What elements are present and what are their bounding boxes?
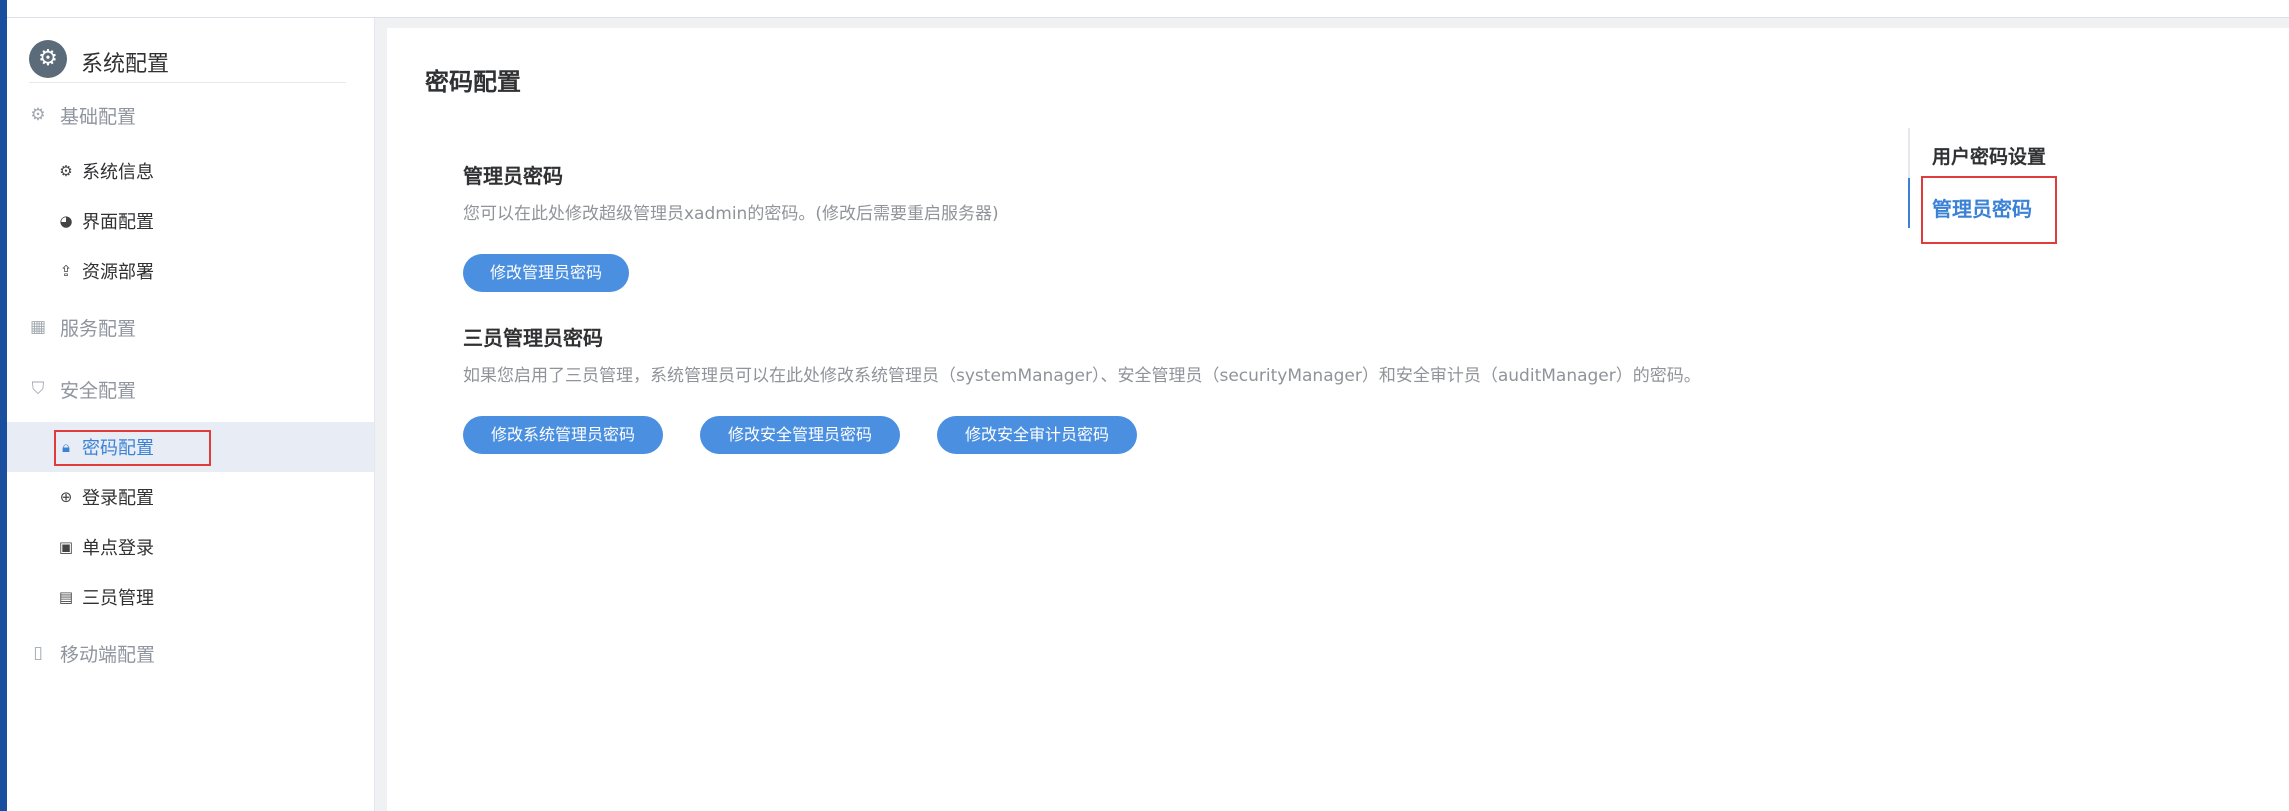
change-audit-manager-password-button[interactable]: 修改安全审计员密码 (937, 416, 1137, 454)
top-bar (7, 0, 2289, 18)
sidebar-item-login-config[interactable]: ⊕ 登录配置 (57, 480, 154, 514)
highlight-box (1921, 176, 2057, 244)
sidebar-item-label: 三员管理 (82, 588, 154, 609)
change-system-manager-password-button[interactable]: 修改系统管理员密码 (463, 416, 663, 454)
sidebar-item-ui-config[interactable]: ◕ 界面配置 (57, 204, 154, 238)
sidebar-item-resource-deploy[interactable]: ⇪ 资源部署 (57, 254, 154, 288)
palette-icon: ◕ (59, 212, 73, 230)
page-title: 密码配置 (425, 68, 521, 96)
sidebar-group-mobile[interactable]: ▯ 移动端配置 (29, 638, 155, 668)
gear-icon: ⚙ (29, 40, 67, 78)
sidebar-item-sso[interactable]: ▣ 单点登录 (57, 530, 154, 564)
sidebar-group-basic[interactable]: ⚙ 基础配置 (29, 100, 136, 130)
change-admin-password-button[interactable]: 修改管理员密码 (463, 254, 629, 292)
sidebar-item-label: 资源部署 (82, 262, 154, 283)
server-icon: ▦ (29, 317, 47, 337)
admin-password-desc: 您可以在此处修改超级管理员xadmin的密码。(修改后需要重启服务器) (463, 204, 999, 224)
sidebar-item-label: 单点登录 (82, 538, 154, 559)
window-edge (0, 0, 7, 811)
anchor-title[interactable]: 用户密码设置 (1932, 142, 2046, 169)
sidebar: ⚙ 系统配置 ⚙ 基础配置 ⚙ 系统信息 ◕ 界面配置 ⇪ 资源部署 ▦ 服务配… (7, 18, 375, 811)
admin-password-title: 管理员密码 (463, 164, 563, 188)
sidebar-item-system-info[interactable]: ⚙ 系统信息 (57, 154, 154, 188)
sidebar-item-label: 登录配置 (82, 488, 154, 509)
three-admin-password-title: 三员管理员密码 (463, 326, 603, 350)
sidebar-group-label: 移动端配置 (60, 643, 156, 666)
sidebar-group-service[interactable]: ▦ 服务配置 (29, 312, 136, 342)
sidebar-item-three-admin[interactable]: ▤ 三员管理 (57, 580, 154, 614)
list-icon: ▤ (58, 588, 74, 606)
upload-icon: ⇪ (59, 262, 73, 280)
change-security-manager-password-button[interactable]: 修改安全管理员密码 (700, 416, 900, 454)
highlight-box (54, 430, 211, 466)
sidebar-item-label: 界面配置 (82, 212, 154, 233)
sidebar-header: ⚙ 系统配置 (29, 34, 346, 83)
main-panel: 密码配置 管理员密码 您可以在此处修改超级管理员xadmin的密码。(修改后需要… (387, 28, 2289, 811)
three-admin-password-desc: 如果您启用了三员管理，系统管理员可以在此处修改系统管理员（systemManag… (463, 366, 1701, 386)
sidebar-item-label: 系统信息 (82, 162, 154, 183)
mobile-icon: ▯ (33, 643, 43, 663)
anchor-active-indicator (1908, 178, 1910, 228)
sidebar-group-label: 安全配置 (60, 379, 137, 402)
gear-icon: ⚙ (30, 105, 46, 125)
sidebar-group-label: 服务配置 (60, 317, 137, 340)
user-card-icon: ▣ (58, 538, 74, 556)
login-icon: ⊕ (59, 488, 73, 506)
sidebar-group-label: 基础配置 (60, 105, 137, 128)
gear-icon: ⚙ (59, 162, 73, 180)
shield-icon: ⛉ (31, 379, 45, 399)
sidebar-title: 系统配置 (81, 52, 170, 77)
sidebar-group-security[interactable]: ⛉ 安全配置 (29, 374, 136, 404)
